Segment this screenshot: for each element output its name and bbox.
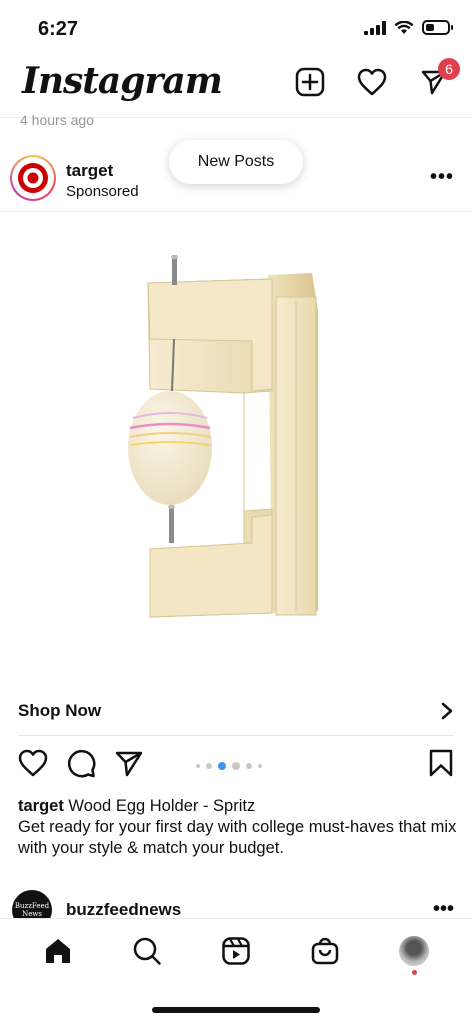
- shop-now-label: Shop Now: [18, 700, 102, 720]
- plus-square-icon: [295, 67, 325, 97]
- activity-button[interactable]: [356, 66, 388, 98]
- carousel-dot: [218, 762, 226, 770]
- carousel-dot: [258, 764, 262, 768]
- more-options-icon[interactable]: •••: [430, 167, 454, 187]
- new-posts-button[interactable]: New Posts: [169, 140, 303, 184]
- like-heart-icon[interactable]: [18, 749, 48, 777]
- home-icon: [46, 938, 71, 963]
- carousel-dot: [196, 764, 200, 768]
- carousel-indicator: [196, 762, 262, 770]
- next-post-username[interactable]: buzzfeednews: [66, 900, 181, 920]
- tab-profile[interactable]: [394, 931, 434, 975]
- wifi-icon: [394, 20, 414, 34]
- status-icons: [364, 20, 453, 35]
- wood-egg-holder-image: [128, 255, 318, 618]
- create-post-button[interactable]: [294, 66, 326, 98]
- reels-icon: [222, 936, 250, 965]
- tab-search[interactable]: [127, 931, 167, 971]
- top-actions: 6: [294, 58, 460, 98]
- heart-icon: [357, 68, 387, 96]
- chevron-right-icon: [441, 702, 453, 719]
- post-image[interactable]: [0, 213, 472, 685]
- bookmark-icon[interactable]: [428, 748, 454, 778]
- carousel-dot: [246, 763, 252, 769]
- battery-icon: [422, 20, 453, 35]
- carousel-dot: [206, 763, 212, 769]
- previous-post-time: 4 hours ago: [20, 112, 94, 128]
- share-send-icon[interactable]: [114, 749, 144, 777]
- shopping-bag-icon: [311, 937, 339, 964]
- home-indicator[interactable]: [152, 1007, 320, 1013]
- target-logo-icon: [18, 163, 48, 193]
- caption-body: Get ready for your first day with colleg…: [18, 818, 457, 857]
- comment-icon[interactable]: [66, 748, 96, 778]
- post-caption: target Wood Egg Holder - Spritz Get read…: [18, 796, 458, 859]
- direct-messages-button[interactable]: 6: [418, 58, 460, 98]
- instagram-logo[interactable]: Instagram: [22, 60, 223, 102]
- profile-notification-dot: [411, 969, 417, 975]
- tab-reels[interactable]: [216, 931, 256, 971]
- post-username[interactable]: target: [66, 161, 113, 181]
- tab-home[interactable]: [38, 931, 78, 971]
- sponsored-label: Sponsored: [66, 183, 139, 200]
- tab-shop[interactable]: [305, 931, 345, 971]
- profile-avatar: [398, 935, 429, 966]
- avatar[interactable]: [10, 155, 56, 201]
- next-post-more-icon[interactable]: •••: [433, 899, 454, 919]
- shop-now-button[interactable]: Shop Now: [18, 686, 454, 736]
- signal-icon: [364, 20, 386, 35]
- bottom-tab-bar: [0, 918, 472, 982]
- post-action-bar: [18, 748, 454, 784]
- caption-username[interactable]: target: [18, 797, 64, 815]
- status-bar: 6:27: [0, 0, 472, 56]
- top-app-bar: Instagram 6: [0, 56, 472, 118]
- caption-title: Wood Egg Holder - Spritz: [63, 797, 256, 815]
- status-time: 6:27: [38, 18, 79, 40]
- search-icon: [133, 937, 161, 965]
- notification-badge: 6: [438, 58, 460, 80]
- carousel-dot: [232, 762, 240, 770]
